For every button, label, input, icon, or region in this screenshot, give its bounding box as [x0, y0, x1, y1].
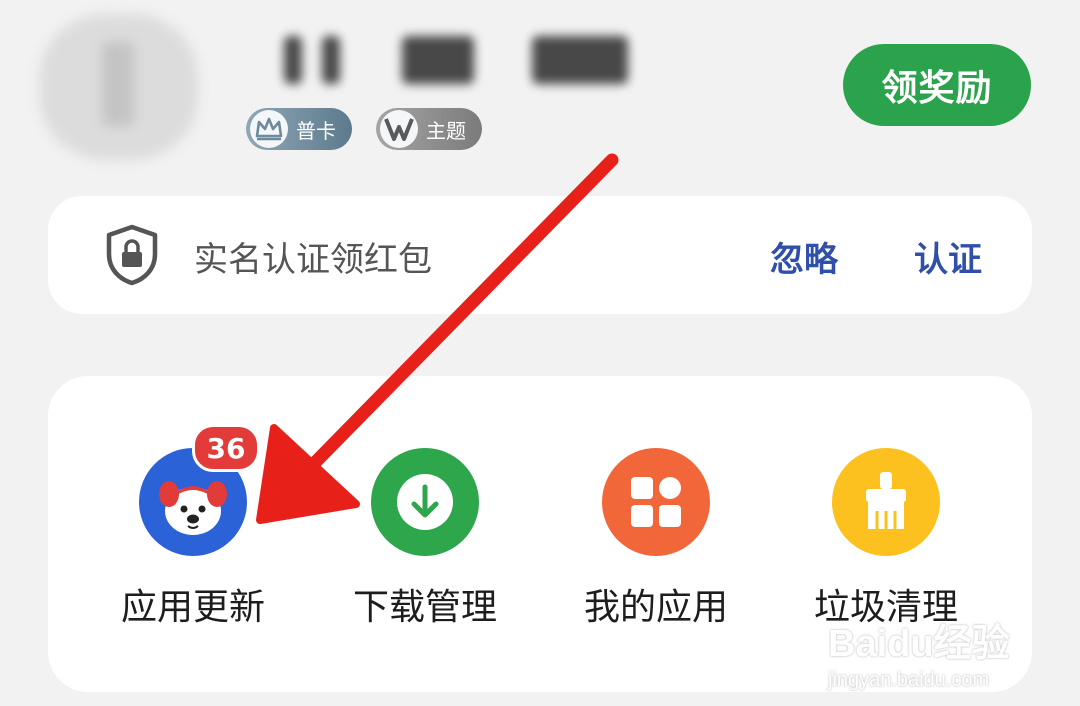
tool-my-apps[interactable]: 我的应用 [556, 448, 756, 638]
v-logo-icon [380, 110, 418, 148]
claim-reward-button[interactable]: 领奖励 [843, 44, 1031, 126]
tool-app-update[interactable]: 应用更新 [93, 448, 293, 638]
membership-badge-label: 普卡 [296, 118, 336, 143]
tool-download-manager-label: 下载管理 [352, 587, 497, 628]
app-grid-icon [602, 448, 710, 556]
user-name-blurred [282, 28, 642, 90]
shield-lock-icon [106, 224, 158, 286]
theme-badge-label: 主题 [426, 118, 466, 143]
ignore-button[interactable]: 忽略 [770, 232, 838, 281]
tool-app-update-label: 应用更新 [120, 587, 265, 628]
baidu-watermark: Baidu经验 jingyan.baidu.com [828, 612, 1010, 692]
tool-my-apps-label: 我的应用 [583, 587, 728, 628]
theme-badge[interactable]: 主题 [376, 108, 482, 150]
download-icon [371, 448, 479, 556]
watermark-brand: Baidu经验 [828, 623, 1010, 665]
broom-icon [832, 448, 940, 556]
avatar[interactable] [40, 14, 198, 160]
tool-junk-cleaner[interactable]: 垃圾清理 [786, 448, 986, 638]
tool-download-manager[interactable]: 下载管理 [325, 448, 525, 638]
verify-prompt-text: 实名认证领红包 [194, 240, 432, 280]
verify-banner: 实名认证领红包 忽略 认证 [48, 196, 1032, 314]
membership-badge[interactable]: 普卡 [246, 108, 352, 150]
watermark-url: jingyan.baidu.com [828, 669, 990, 691]
crown-icon [250, 110, 288, 148]
verify-button[interactable]: 认证 [914, 232, 982, 281]
update-count-badge: 36 [192, 424, 260, 472]
